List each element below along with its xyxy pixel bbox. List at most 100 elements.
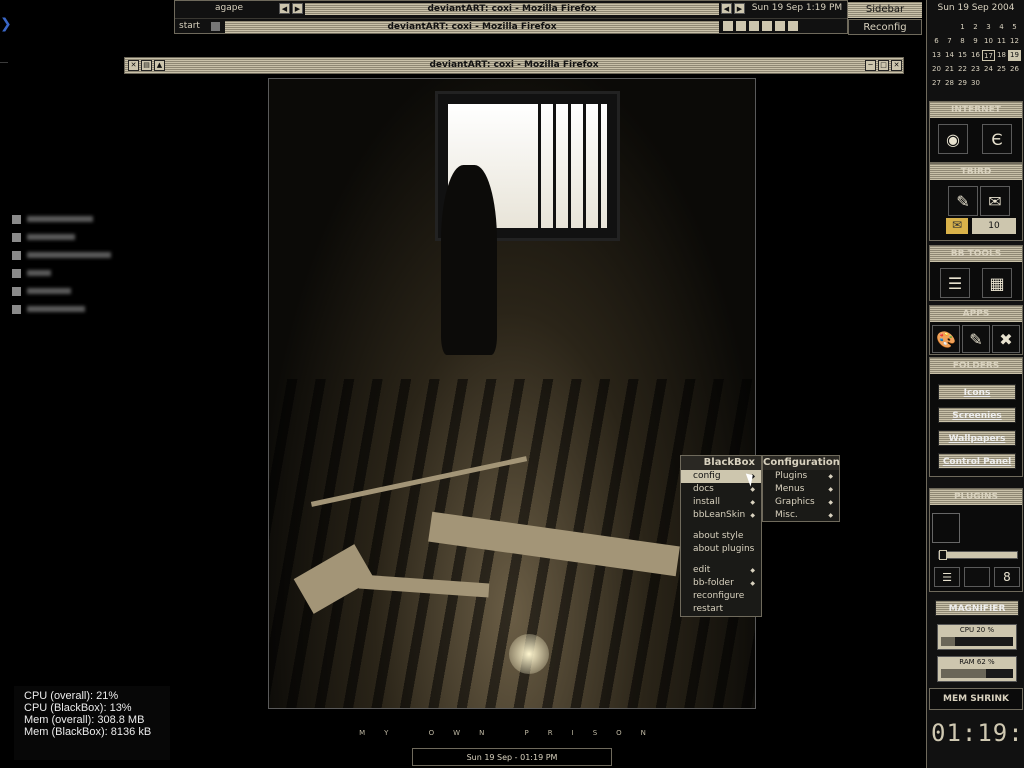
window-label[interactable]: deviantART: coxi - Mozilla Firefox xyxy=(305,3,719,15)
calendar-day[interactable]: 27 xyxy=(930,78,943,89)
folder-button-icons[interactable]: Icons xyxy=(938,384,1016,400)
slider-handle[interactable] xyxy=(939,550,947,560)
notes-icon[interactable]: ☰ xyxy=(940,268,970,298)
start-button[interactable]: start xyxy=(179,21,200,31)
menu-item-bbleanskin[interactable]: bbLeanSkin ◆ xyxy=(681,509,761,522)
task-button[interactable]: deviantART: coxi - Mozilla Firefox xyxy=(225,21,719,33)
desktop-shortcut[interactable] xyxy=(12,228,111,246)
calendar-day[interactable]: 15 xyxy=(956,50,969,61)
close-icon[interactable]: ✕ xyxy=(891,60,902,71)
editor-icon[interactable]: ✎ xyxy=(962,325,990,353)
calendar-day[interactable]: 28 xyxy=(943,78,956,89)
desktop-shortcut[interactable] xyxy=(12,300,111,318)
magnifier-button[interactable]: MAGNIFIER xyxy=(935,600,1019,616)
window-tool-icon[interactable]: ▦ xyxy=(982,268,1012,298)
submenu-item-plugins[interactable]: Plugins ◆ xyxy=(763,470,839,483)
workspace-name[interactable]: agape xyxy=(179,3,279,13)
plugin-slot-empty[interactable] xyxy=(964,567,990,587)
calendar-day[interactable]: 10 xyxy=(982,36,995,47)
calendar-day[interactable]: 13 xyxy=(930,50,943,61)
window-bar xyxy=(568,104,571,228)
menu-item-restart[interactable]: restart xyxy=(681,603,761,616)
calendar-day[interactable]: 21 xyxy=(943,64,956,75)
calendar-day[interactable]: 2 xyxy=(969,22,982,33)
sidebar-button[interactable]: Sidebar xyxy=(848,2,922,18)
tray-icon[interactable] xyxy=(736,21,746,31)
calendar-day[interactable]: 24 xyxy=(982,64,995,75)
calendar-day[interactable]: 14 xyxy=(943,50,956,61)
submenu-item-menus[interactable]: Menus ◆ xyxy=(763,483,839,496)
calendar-day[interactable]: 19 xyxy=(1008,50,1021,61)
calendar-day[interactable]: 29 xyxy=(956,78,969,89)
mem-overall-stat: Mem (overall): 308.8 MB xyxy=(24,714,145,726)
maximize-icon[interactable]: □ xyxy=(878,60,889,71)
calendar-day[interactable]: 8 xyxy=(956,36,969,47)
expand-arrow-icon[interactable]: ❯ xyxy=(0,16,12,32)
list-icon[interactable]: ☰ xyxy=(934,567,960,587)
tray-icon[interactable] xyxy=(775,21,785,31)
calendar-day[interactable]: 3 xyxy=(982,22,995,33)
window-next-button[interactable]: ▶ xyxy=(734,3,745,14)
tray-icon[interactable] xyxy=(762,21,772,31)
tray-icon[interactable] xyxy=(723,21,733,31)
calendar-day[interactable]: 9 xyxy=(969,36,982,47)
calendar-day[interactable]: 5 xyxy=(1008,22,1021,33)
plugin-slot[interactable] xyxy=(932,513,960,543)
calendar-day[interactable]: 1 xyxy=(956,22,969,33)
submenu-arrow-icon: ◆ xyxy=(828,499,833,506)
desktop-shortcut[interactable] xyxy=(12,264,111,282)
desktop-shortcut[interactable] xyxy=(12,282,111,300)
workspace-next-button[interactable]: ▶ xyxy=(292,3,303,14)
calendar-day[interactable]: 11 xyxy=(995,36,1008,47)
tools-icon[interactable]: ✖ xyxy=(992,325,1020,353)
window-titlebar[interactable]: ✕ ▤ ▲ deviantART: coxi - Mozilla Firefox… xyxy=(124,57,904,74)
submenu-item-misc[interactable]: Misc. ◆ xyxy=(763,509,839,522)
desktop-shortcut[interactable] xyxy=(12,246,111,264)
cpu-meter: CPU 20 % xyxy=(937,624,1017,650)
app-icon xyxy=(211,22,220,31)
calendar-day[interactable]: 18 xyxy=(995,50,1008,61)
address-book-icon[interactable]: ✎ xyxy=(948,186,978,216)
calendar-day[interactable]: 20 xyxy=(930,64,943,75)
plugin-slider[interactable] xyxy=(938,550,1018,560)
folders-section: FOLDERS Icons Screenies Wallpapers Contr… xyxy=(929,357,1023,477)
calendar-day[interactable]: 25 xyxy=(995,64,1008,75)
menu-item-label: edit xyxy=(693,565,711,575)
workspace-prev-button[interactable]: ◀ xyxy=(279,3,290,14)
calendar-day[interactable]: 22 xyxy=(956,64,969,75)
mail-count: 10 xyxy=(972,218,1016,234)
menu-item-bb-folder[interactable]: bb-folder ◆ xyxy=(681,577,761,590)
folder-button-wallpapers[interactable]: Wallpapers xyxy=(938,430,1016,446)
mem-shrink-button[interactable]: MEM SHRINK xyxy=(930,689,1022,709)
firefox-icon[interactable]: ◉ xyxy=(938,124,968,154)
menu-item-about-plugins[interactable]: about plugins xyxy=(681,543,761,556)
window-prev-button[interactable]: ◀ xyxy=(721,3,732,14)
menu-item-reconfigure[interactable]: reconfigure xyxy=(681,590,761,603)
palette-icon[interactable]: 🎨 xyxy=(932,325,960,353)
mail-icon[interactable]: ✉ xyxy=(946,218,968,234)
menu-item-edit[interactable]: edit ◆ xyxy=(681,564,761,577)
calendar-day[interactable]: 26 xyxy=(1008,64,1021,75)
compose-icon[interactable]: ✉ xyxy=(980,186,1010,216)
folder-button-control-panel[interactable]: Control Panel xyxy=(938,453,1016,469)
tray-icon[interactable] xyxy=(788,21,798,31)
calendar-day[interactable]: 17 xyxy=(982,50,995,61)
menu-item-about-style[interactable]: about style xyxy=(681,530,761,543)
cpu-overall-stat: CPU (overall): 21% xyxy=(24,690,119,702)
tray-icon[interactable] xyxy=(749,21,759,31)
calendar-day[interactable]: 16 xyxy=(969,50,982,61)
calendar-day[interactable]: 4 xyxy=(995,22,1008,33)
calendar-day[interactable]: 12 xyxy=(1008,36,1021,47)
calendar-day[interactable]: 6 xyxy=(930,36,943,47)
desktop-shortcut[interactable] xyxy=(12,210,111,228)
calendar-day[interactable]: 30 xyxy=(969,78,982,89)
submenu-item-graphics[interactable]: Graphics ◆ xyxy=(763,496,839,509)
menu-item-install[interactable]: install ◆ xyxy=(681,496,761,509)
calendar-day[interactable]: 23 xyxy=(969,64,982,75)
folder-button-screenies[interactable]: Screenies xyxy=(938,407,1016,423)
minimize-icon[interactable]: ─ xyxy=(865,60,876,71)
window-bar xyxy=(538,104,541,228)
reconfig-button[interactable]: Reconfig xyxy=(848,19,922,35)
messenger-icon[interactable]: Є xyxy=(982,124,1012,154)
calendar-day[interactable]: 7 xyxy=(943,36,956,47)
